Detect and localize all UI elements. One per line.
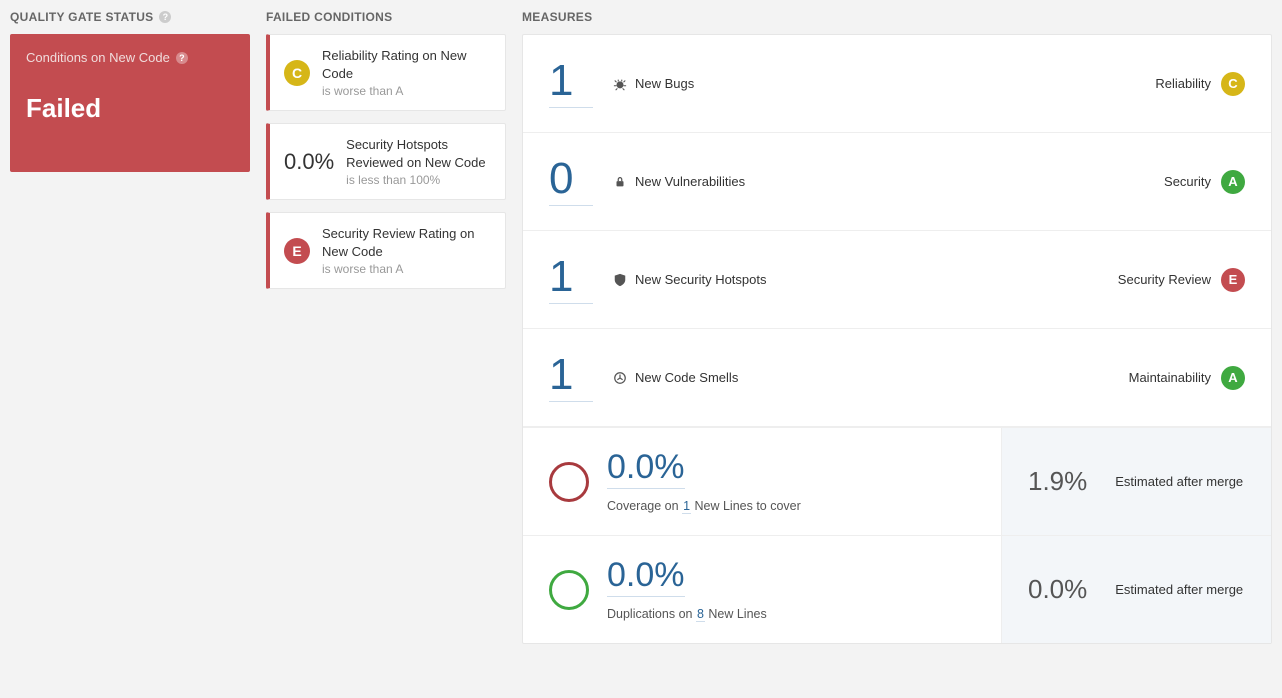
- duplications-ring-icon: [549, 570, 589, 610]
- coverage-ring-icon: [549, 462, 589, 502]
- quality-gate-heading: QUALITY GATE STATUS ?: [10, 10, 250, 24]
- duplications-row: 0.0% Duplications on 8 New Lines 0.0% Es…: [523, 535, 1271, 643]
- measures-heading: MEASURES: [522, 10, 1272, 24]
- duplications-main[interactable]: 0.0% Duplications on 8 New Lines: [523, 536, 1001, 643]
- measure-count: 1: [549, 353, 593, 402]
- measure-row-smells[interactable]: 1 New Code Smells Maintainability A: [523, 329, 1271, 427]
- measure-category: Security Review: [1118, 272, 1211, 287]
- shield-icon: [613, 273, 627, 287]
- measure-count: 0: [549, 157, 593, 206]
- failed-condition-card[interactable]: C Reliability Rating on New Code is wors…: [266, 34, 506, 111]
- measure-label: New Security Hotspots: [635, 272, 767, 287]
- measure-row-hotspots[interactable]: 1 New Security Hotspots Security Review …: [523, 231, 1271, 329]
- failed-condition-card[interactable]: E Security Review Rating on New Code is …: [266, 212, 506, 289]
- bug-icon: [613, 77, 627, 91]
- measure-row-bugs[interactable]: 1 New Bugs Reliability C: [523, 35, 1271, 133]
- coverage-estimate-label: Estimated after merge: [1115, 474, 1243, 489]
- failed-condition-title: Reliability Rating on New Code: [322, 47, 491, 82]
- coverage-percent: 0.0%: [607, 450, 685, 489]
- measures-panel: 1 New Bugs Reliability C 0: [522, 34, 1272, 644]
- duplications-estimate-value: 0.0%: [1028, 574, 1087, 605]
- quality-gate-subtitle: Conditions on New Code ?: [26, 50, 234, 65]
- measure-label: New Vulnerabilities: [635, 174, 745, 189]
- measure-category: Security: [1164, 174, 1211, 189]
- rating-badge-c: C: [284, 60, 310, 86]
- coverage-estimate: 1.9% Estimated after merge: [1001, 428, 1271, 535]
- quality-gate-status: Failed: [26, 93, 234, 124]
- duplications-percent: 0.0%: [607, 558, 685, 597]
- failed-condition-card[interactable]: 0.0% Security Hotspots Reviewed on New C…: [266, 123, 506, 200]
- failed-condition-title: Security Review Rating on New Code: [322, 225, 491, 260]
- failed-conditions-heading: FAILED CONDITIONS: [266, 10, 506, 24]
- quality-gate-card: Conditions on New Code ? Failed: [10, 34, 250, 172]
- measure-label: New Bugs: [635, 76, 694, 91]
- failed-condition-percent: 0.0%: [284, 149, 334, 175]
- help-icon[interactable]: ?: [176, 52, 188, 64]
- failed-condition-meta: is worse than A: [322, 262, 491, 276]
- duplications-lines-link[interactable]: 8: [696, 607, 705, 622]
- rating-badge-e: E: [284, 238, 310, 264]
- duplications-estimate-label: Estimated after merge: [1115, 582, 1243, 597]
- coverage-row: 0.0% Coverage on 1 New Lines to cover 1.…: [523, 427, 1271, 535]
- measure-label: New Code Smells: [635, 370, 738, 385]
- measure-category: Reliability: [1155, 76, 1211, 91]
- rating-badge-a: A: [1221, 366, 1245, 390]
- coverage-lines-link[interactable]: 1: [682, 499, 691, 514]
- coverage-estimate-value: 1.9%: [1028, 466, 1087, 497]
- rating-badge-c: C: [1221, 72, 1245, 96]
- measure-count: 1: [549, 255, 593, 304]
- measure-category: Maintainability: [1129, 370, 1211, 385]
- measure-count: 1: [549, 59, 593, 108]
- code-smell-icon: [613, 371, 627, 385]
- measure-row-vulnerabilities[interactable]: 0 New Vulnerabilities Security A: [523, 133, 1271, 231]
- rating-badge-a: A: [1221, 170, 1245, 194]
- duplications-estimate: 0.0% Estimated after merge: [1001, 536, 1271, 643]
- lock-icon: [613, 175, 627, 189]
- failed-condition-title: Security Hotspots Reviewed on New Code: [346, 136, 491, 171]
- coverage-main[interactable]: 0.0% Coverage on 1 New Lines to cover: [523, 428, 1001, 535]
- duplications-subtitle: Duplications on 8 New Lines: [607, 607, 767, 621]
- rating-badge-e: E: [1221, 268, 1245, 292]
- coverage-subtitle: Coverage on 1 New Lines to cover: [607, 499, 801, 513]
- failed-condition-meta: is worse than A: [322, 84, 491, 98]
- help-icon[interactable]: ?: [159, 11, 171, 23]
- failed-condition-meta: is less than 100%: [346, 173, 491, 187]
